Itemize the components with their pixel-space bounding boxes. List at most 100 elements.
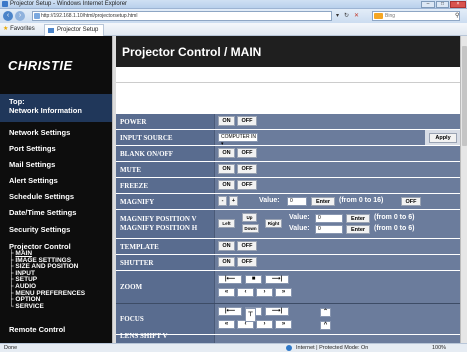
page-title: Projector Control / MAIN [122, 45, 262, 59]
apply-button[interactable]: Apply [429, 133, 457, 143]
address-text: http://192.168.1.10/html/projectorsetup.… [41, 13, 138, 19]
sidebar-item-network-settings[interactable]: Network Settings [9, 128, 70, 137]
sidebar-subitem-service[interactable]: └ SERVICE [9, 303, 85, 311]
status-text: Done [4, 345, 18, 351]
pos-v-value-input[interactable]: 0 [315, 214, 343, 223]
sidebar-item-mail-settings[interactable]: Mail Settings [9, 160, 55, 169]
favorites-label: Favorites [10, 26, 35, 32]
row-mute: MUTE ON OFF [116, 162, 460, 177]
favorites-bar: ★ Favorites Projector Setup [0, 23, 467, 36]
zoom-stop-icon[interactable]: ■ [245, 275, 262, 284]
input-source-select[interactable]: COMPUTER IN ▾ [218, 133, 258, 147]
sidebar-item-port-settings[interactable]: Port Settings [9, 144, 56, 153]
focus-forward-icon[interactable]: › [256, 320, 273, 329]
search-icon[interactable]: ⚲ [455, 12, 459, 19]
zoom-forward-icon[interactable]: › [256, 288, 273, 297]
tab-page-icon [48, 28, 54, 33]
pos-h-value-label: Value: [289, 225, 310, 232]
row-template: TEMPLATE ON OFF [116, 239, 460, 254]
security-zone: Internet | Protected Mode: On [296, 345, 369, 351]
zoom-fast-back-icon[interactable]: « [218, 288, 235, 297]
magnify-range: (from 0 to 16) [339, 197, 384, 204]
power-off-button[interactable]: OFF [237, 116, 257, 126]
focus-min-icon[interactable]: |⟵ [218, 307, 242, 316]
lens-shift-v-label: LENS SHIFT V [120, 332, 168, 340]
lens-shift-top-icon[interactable]: ⊤ [245, 308, 256, 322]
zoom-back-icon[interactable]: ‹ [237, 288, 254, 297]
magnify-off-button[interactable]: OFF [401, 197, 421, 206]
bing-icon [374, 13, 383, 19]
position-down-button[interactable]: Down [242, 224, 259, 233]
sidebar-item-alert-settings[interactable]: Alert Settings [9, 176, 58, 185]
sidebar-item-network-information[interactable]: Top: Network Information [0, 94, 112, 122]
freeze-off-button[interactable]: OFF [237, 180, 257, 190]
magnify-value-input[interactable]: 0 [287, 197, 307, 206]
sidebar-item-date-time-settings[interactable]: Date/Time Settings [9, 208, 76, 217]
blank-off-button[interactable]: OFF [237, 148, 257, 158]
position-up-button[interactable]: Up [242, 213, 257, 222]
address-field[interactable]: http://192.168.1.10/html/projectorsetup.… [32, 11, 332, 21]
zoom-level[interactable]: 100% [432, 345, 446, 351]
pos-h-enter-button[interactable]: Enter [346, 225, 370, 234]
focus-max-icon[interactable]: ⟶| [265, 307, 289, 316]
close-button[interactable]: × [450, 1, 466, 8]
magnify-minus-button[interactable]: - [218, 196, 227, 206]
focus-fast-forward-icon[interactable]: » [275, 320, 292, 329]
blank-label: BLANK ON/OFF [120, 150, 174, 158]
address-toolbar: ‹ › http://192.168.1.10/html/projectorse… [0, 9, 467, 23]
row-magnify: MAGNIFY - + Value: 0 Enter (from 0 to 16… [116, 194, 460, 209]
magnify-plus-button[interactable]: + [229, 196, 238, 206]
tab-label: Projector Setup [57, 27, 99, 33]
blank-on-button[interactable]: ON [218, 148, 235, 158]
magnify-enter-button[interactable]: Enter [311, 197, 335, 206]
forward-icon[interactable]: › [15, 11, 25, 21]
search-field[interactable]: Bing [372, 11, 460, 21]
sidebar-item-security-settings[interactable]: Security Settings [9, 225, 70, 234]
tab-projector-setup[interactable]: Projector Setup [44, 24, 104, 36]
window-titlebar: Projector Setup - Windows Internet Explo… [0, 0, 467, 9]
zoom-min-icon[interactable]: |⟵ [218, 275, 242, 284]
focus-fast-back-icon[interactable]: « [218, 320, 235, 329]
mute-on-button[interactable]: ON [218, 164, 235, 174]
maximize-button[interactable]: □ [436, 1, 449, 8]
zoom-fast-forward-icon[interactable]: » [275, 288, 292, 297]
lens-shift-fast-up-icon[interactable]: ⌃ [320, 308, 331, 317]
shutter-off-button[interactable]: OFF [237, 257, 257, 267]
freeze-on-button[interactable]: ON [218, 180, 235, 190]
row-lens-shift-v: LENS SHIFT V ⊤ ⌃ ^ [116, 308, 460, 343]
row-shutter: SHUTTER ON OFF [116, 255, 460, 270]
focus-label: FOCUS [120, 315, 144, 323]
lens-shift-up-icon[interactable]: ^ [320, 321, 331, 330]
refresh-icon[interactable]: ↻ [344, 12, 349, 19]
freeze-label: FREEZE [120, 182, 149, 190]
shutter-on-button[interactable]: ON [218, 257, 235, 267]
pos-v-range: (from 0 to 6) [374, 214, 415, 221]
minimize-button[interactable]: – [421, 1, 435, 8]
input-source-label: INPUT SOURCE [120, 134, 173, 142]
compat-icon[interactable]: ▾ [336, 12, 339, 19]
scrollbar-thumb[interactable] [462, 46, 467, 146]
mute-off-button[interactable]: OFF [237, 164, 257, 174]
magnify-value-label: Value: [259, 197, 280, 204]
shutter-label: SHUTTER [120, 259, 154, 267]
pos-v-enter-button[interactable]: Enter [346, 214, 370, 223]
magnify-position-h-label: MAGNIFY POSITION H [120, 224, 198, 232]
row-magnify-position: MAGNIFY POSITION V MAGNIFY POSITION H Le… [116, 210, 460, 238]
template-off-button[interactable]: OFF [237, 241, 257, 251]
position-right-button[interactable]: Right [265, 219, 282, 228]
back-icon[interactable]: ‹ [3, 11, 13, 21]
sidebar-item-schedule-settings[interactable]: Schedule Settings [9, 192, 74, 201]
sidebar-item-remote-control[interactable]: Remote Control [9, 325, 65, 334]
row-blank: BLANK ON/OFF ON OFF [116, 146, 460, 161]
row-zoom: ZOOM |⟵ ■ ⟶| « ‹ › » [116, 271, 460, 303]
template-on-button[interactable]: ON [218, 241, 235, 251]
zoom-label: ZOOM [120, 283, 143, 291]
pos-h-value-input[interactable]: 0 [315, 225, 343, 234]
main-scrollbar[interactable] [460, 36, 467, 343]
position-left-button[interactable]: Left [218, 219, 235, 228]
power-on-button[interactable]: ON [218, 116, 235, 126]
sidebar: CHRISTIE Top: Network Information Networ… [0, 36, 112, 343]
stop-icon[interactable]: ✕ [354, 12, 359, 19]
zoom-max-icon[interactable]: ⟶| [265, 275, 289, 284]
favorites-button[interactable]: ★ Favorites [3, 25, 35, 32]
